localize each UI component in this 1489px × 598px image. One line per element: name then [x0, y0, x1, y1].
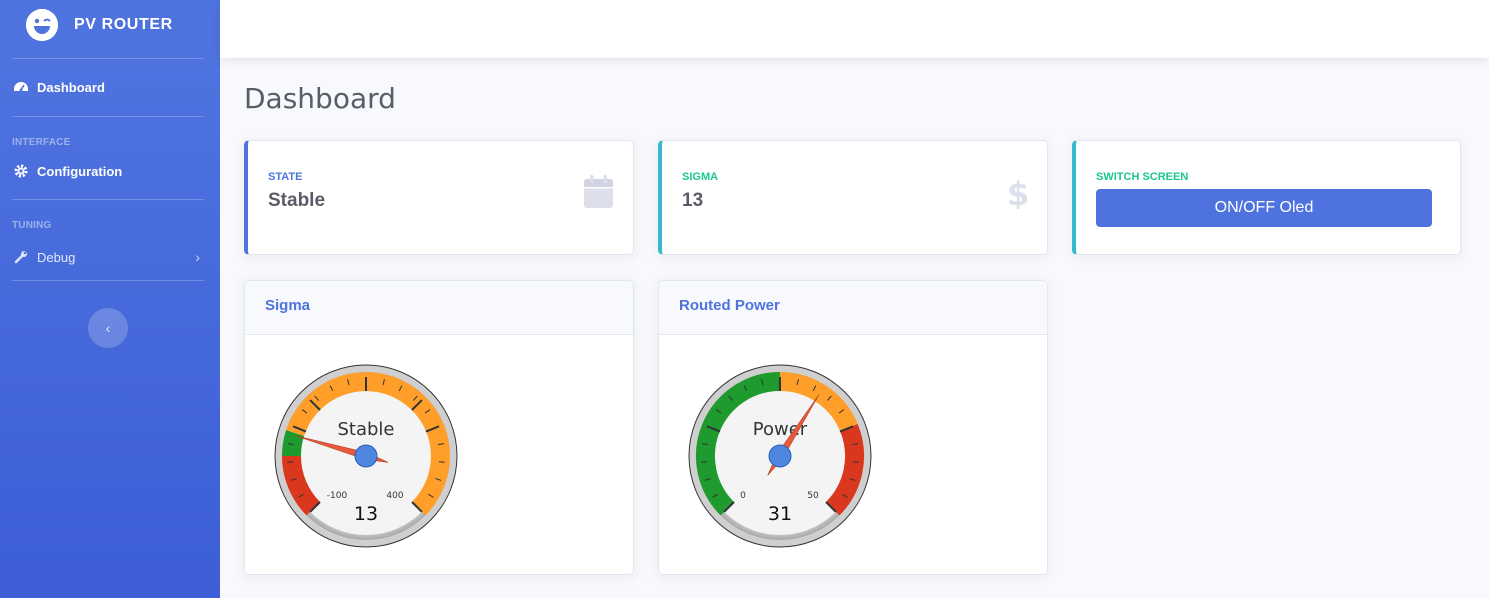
- sidebar-item-label: Dashboard: [37, 80, 105, 95]
- power-gauge-value: 31: [768, 503, 792, 525]
- gear-icon: [13, 163, 29, 179]
- switch-screen-label: SWITCH SCREEN: [1096, 171, 1189, 183]
- sigma-gauge-min: -100: [327, 491, 348, 501]
- wrench-icon: [13, 249, 29, 265]
- calendar-icon: [584, 175, 613, 213]
- sidebar-divider: [12, 280, 204, 281]
- sidebar-item-debug[interactable]: Debug ›: [0, 234, 220, 280]
- power-gauge-max: 50: [807, 491, 819, 501]
- power-gauge-title: Routed Power: [659, 281, 1047, 335]
- svg-text:$: $: [1007, 175, 1027, 209]
- dollar-icon: $: [1007, 175, 1029, 214]
- chevron-right-icon: ›: [195, 249, 200, 265]
- sidebar-item-label: Configuration: [37, 163, 123, 179]
- sidebar: PV ROUTER Dashboard INTERFACE Configurat…: [0, 0, 220, 598]
- brand[interactable]: PV ROUTER: [0, 0, 220, 50]
- power-gauge-min: 0: [740, 491, 746, 501]
- chevron-left-icon: ‹: [105, 320, 111, 336]
- sidebar-item-configuration[interactable]: Configuration: [0, 151, 220, 191]
- state-card: STATE Stable: [244, 140, 634, 255]
- laugh-wink-icon: [26, 9, 58, 41]
- power-gauge-card: Routed Power Power 0 50 31: [658, 280, 1048, 575]
- sigma-gauge-value: 13: [354, 503, 378, 525]
- topbar: [220, 0, 1489, 58]
- sigma-label: SIGMA: [682, 171, 719, 183]
- sigma-gauge: Stable -100 400 13: [274, 364, 458, 548]
- sigma-card: SIGMA 13 $: [658, 140, 1048, 255]
- power-gauge: Power 0 50 31: [688, 364, 872, 548]
- gauge-hub: [354, 444, 378, 468]
- state-label: STATE: [268, 171, 303, 183]
- brand-text: PV ROUTER: [74, 16, 173, 33]
- sidebar-heading-tuning: TUNING: [12, 220, 52, 231]
- sigma-gauge-title: Sigma: [245, 281, 633, 335]
- sidebar-heading-interface: INTERFACE: [12, 137, 71, 148]
- gauge-hub: [768, 444, 792, 468]
- sidebar-item-label: Debug: [37, 249, 76, 265]
- sidebar-toggle-button[interactable]: ‹: [88, 308, 128, 348]
- switch-screen-card: SWITCH SCREEN ON/OFF Oled: [1072, 140, 1461, 255]
- tachometer-icon: [13, 80, 29, 96]
- page-title: Dashboard: [244, 82, 396, 115]
- oled-toggle-button[interactable]: ON/OFF Oled: [1096, 189, 1432, 227]
- sigma-gauge-card: Sigma Stable -100 400 13: [244, 280, 634, 575]
- sigma-gauge-max: 400: [386, 491, 403, 501]
- sigma-gauge-label: Stable: [337, 419, 394, 440]
- sidebar-item-dashboard[interactable]: Dashboard: [0, 59, 220, 116]
- sigma-value: 13: [682, 190, 704, 211]
- state-value: Stable: [268, 190, 326, 211]
